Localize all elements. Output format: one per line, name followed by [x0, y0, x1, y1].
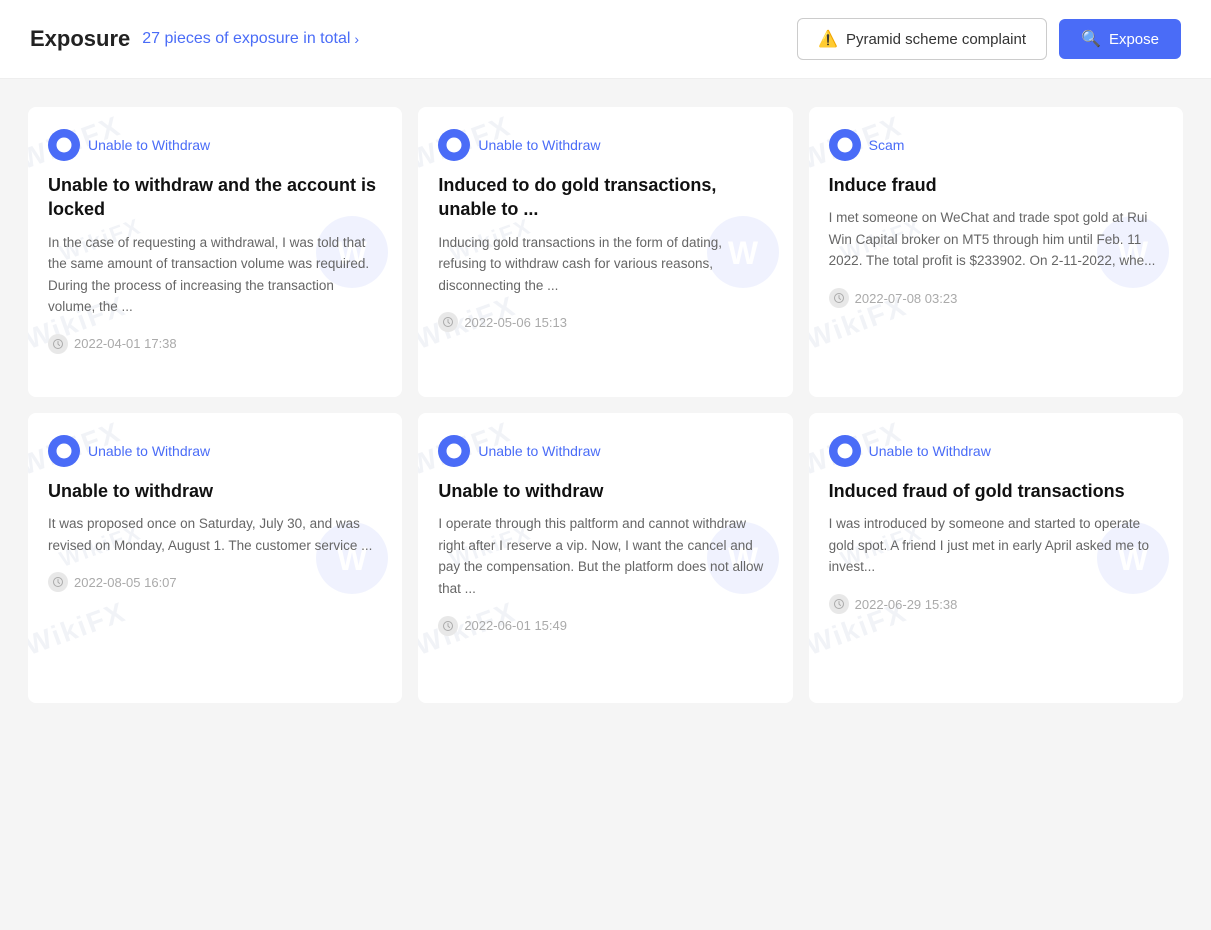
pyramid-btn-label: Pyramid scheme complaint [846, 31, 1026, 48]
time-text: 2022-07-08 03:23 [855, 291, 958, 306]
tag-label: Scam [869, 137, 905, 153]
card-description: Inducing gold transactions in the form o… [438, 232, 772, 297]
card-time: 2022-08-05 16:07 [48, 572, 382, 592]
card-tag: Scam [829, 129, 905, 161]
card-item[interactable]: WikiFX WikiFX WikiFX W Unable to Withdra… [418, 413, 792, 703]
header-right: ⚠️ Pyramid scheme complaint 🔍 Expose [797, 18, 1181, 60]
card-title: Induced fraud of gold transactions [829, 479, 1163, 503]
card-time: 2022-06-01 15:49 [438, 616, 772, 636]
card-description: I was introduced by someone and started … [829, 513, 1163, 578]
tag-icon [829, 129, 861, 161]
tag-icon [48, 129, 80, 161]
card-content: Unable to Withdraw Induced to do gold tr… [438, 129, 772, 332]
expose-btn-label: Expose [1109, 31, 1159, 48]
card-content: Unable to Withdraw Unable to withdraw It… [48, 435, 382, 592]
card-time: 2022-05-06 15:13 [438, 312, 772, 332]
tag-label: Unable to Withdraw [88, 137, 210, 153]
clock-icon [438, 312, 458, 332]
clock-icon [48, 572, 68, 592]
time-text: 2022-06-29 15:38 [855, 597, 958, 612]
clock-icon [48, 334, 68, 354]
tag-label: Unable to Withdraw [869, 443, 991, 459]
time-text: 2022-04-01 17:38 [74, 336, 177, 351]
card-item[interactable]: WikiFX WikiFX WikiFX W Scam Induce fraud… [809, 107, 1183, 397]
tag-icon [48, 435, 80, 467]
card-tag: Unable to Withdraw [829, 435, 991, 467]
clock-icon [829, 594, 849, 614]
tag-label: Unable to Withdraw [88, 443, 210, 459]
tag-icon [829, 435, 861, 467]
card-description: I operate through this paltform and cann… [438, 513, 772, 599]
card-content: Scam Induce fraud I met someone on WeCha… [829, 129, 1163, 308]
tag-label: Unable to Withdraw [478, 137, 600, 153]
expose-icon: 🔍 [1081, 29, 1101, 49]
card-title: Induced to do gold transactions, unable … [438, 173, 772, 222]
clock-icon [829, 288, 849, 308]
page-header: Exposure 27 pieces of exposure in total … [0, 0, 1211, 79]
card-description: I met someone on WeChat and trade spot g… [829, 207, 1163, 272]
card-tag: Unable to Withdraw [48, 129, 210, 161]
expose-button[interactable]: 🔍 Expose [1059, 19, 1181, 59]
page-title: Exposure [30, 26, 130, 52]
card-item[interactable]: WikiFX WikiFX WikiFX W Unable to Withdra… [809, 413, 1183, 703]
exposure-count-text: 27 pieces of exposure in total [142, 30, 350, 48]
warning-icon: ⚠️ [818, 29, 838, 49]
chevron-right-icon: › [354, 31, 359, 47]
tag-label: Unable to Withdraw [478, 443, 600, 459]
card-item[interactable]: WikiFX WikiFX WikiFX W Unable to Withdra… [28, 413, 402, 703]
card-tag: Unable to Withdraw [438, 129, 600, 161]
card-time: 2022-07-08 03:23 [829, 288, 1163, 308]
time-text: 2022-06-01 15:49 [464, 618, 567, 633]
card-content: Unable to Withdraw Induced fraud of gold… [829, 435, 1163, 614]
card-description: It was proposed once on Saturday, July 3… [48, 513, 382, 556]
time-text: 2022-08-05 16:07 [74, 575, 177, 590]
card-title: Induce fraud [829, 173, 1163, 197]
pyramid-scheme-button[interactable]: ⚠️ Pyramid scheme complaint [797, 18, 1047, 60]
card-description: In the case of requesting a withdrawal, … [48, 232, 382, 318]
card-item[interactable]: WikiFX WikiFX WikiFX W Unable to Withdra… [418, 107, 792, 397]
card-item[interactable]: WikiFX WikiFX WikiFX W Unable to Withdra… [28, 107, 402, 397]
tag-icon [438, 435, 470, 467]
tag-icon [438, 129, 470, 161]
card-grid: WikiFX WikiFX WikiFX W Unable to Withdra… [0, 79, 1211, 731]
card-title: Unable to withdraw and the account is lo… [48, 173, 382, 222]
card-title: Unable to withdraw [48, 479, 382, 503]
card-tag: Unable to Withdraw [48, 435, 210, 467]
exposure-count-link[interactable]: 27 pieces of exposure in total › [142, 30, 359, 48]
header-left: Exposure 27 pieces of exposure in total … [30, 26, 359, 52]
card-content: Unable to Withdraw Unable to withdraw an… [48, 129, 382, 354]
card-tag: Unable to Withdraw [438, 435, 600, 467]
card-title: Unable to withdraw [438, 479, 772, 503]
card-time: 2022-04-01 17:38 [48, 334, 382, 354]
card-content: Unable to Withdraw Unable to withdraw I … [438, 435, 772, 636]
clock-icon [438, 616, 458, 636]
card-time: 2022-06-29 15:38 [829, 594, 1163, 614]
time-text: 2022-05-06 15:13 [464, 315, 567, 330]
